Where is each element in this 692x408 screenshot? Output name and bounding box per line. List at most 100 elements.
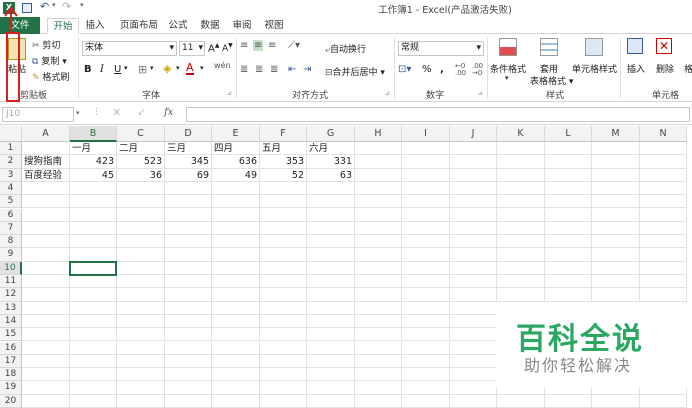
cell-h19[interactable]: [355, 381, 402, 395]
cell-h3[interactable]: [355, 168, 402, 182]
tab-insert[interactable]: 插入: [82, 18, 108, 34]
cell-j19[interactable]: [450, 381, 497, 395]
cell-h16[interactable]: [355, 341, 402, 355]
cell-j6[interactable]: [450, 208, 497, 222]
cell-a15[interactable]: [22, 328, 70, 342]
cell-c14[interactable]: [117, 314, 165, 329]
cell-m7[interactable]: [592, 221, 640, 236]
cell-d3[interactable]: 69: [165, 168, 212, 182]
cell-g5[interactable]: [307, 195, 355, 209]
insert-cells-button[interactable]: 插入: [627, 62, 645, 75]
fill-color-icon[interactable]: ◈: [163, 62, 171, 75]
column-header-n[interactable]: N: [640, 126, 687, 142]
cell-j4[interactable]: [450, 181, 497, 196]
cell-i16[interactable]: [402, 341, 450, 355]
cell-i12[interactable]: [402, 288, 450, 302]
cell-b12[interactable]: [70, 288, 117, 302]
border-icon[interactable]: ⊞: [138, 63, 147, 76]
cell-a7[interactable]: [22, 221, 70, 236]
cell-f9[interactable]: [260, 248, 307, 262]
chevron-down-icon[interactable]: ▾: [124, 64, 128, 72]
column-header-k[interactable]: K: [497, 126, 545, 142]
cell-b16[interactable]: [70, 341, 117, 355]
tab-review[interactable]: 审阅: [229, 18, 255, 34]
cell-i7[interactable]: [402, 221, 450, 236]
cell-g4[interactable]: [307, 181, 355, 196]
row-header-3[interactable]: 3: [0, 168, 22, 182]
cell-k10[interactable]: [497, 261, 545, 275]
cell-i14[interactable]: [402, 314, 450, 329]
cell-j14[interactable]: [450, 314, 497, 329]
cell-i1[interactable]: [402, 142, 450, 156]
cell-g17[interactable]: [307, 354, 355, 369]
cell-b3[interactable]: 45: [70, 168, 117, 182]
tab-page-layout[interactable]: 页面布局: [114, 18, 164, 34]
cell-e15[interactable]: [212, 328, 260, 342]
cell-c17[interactable]: [117, 354, 165, 369]
cell-e11[interactable]: [212, 275, 260, 289]
cell-n12[interactable]: [640, 288, 687, 302]
cell-c3[interactable]: 36: [117, 168, 165, 182]
cell-l12[interactable]: [545, 288, 592, 302]
cell-m12[interactable]: [592, 288, 640, 302]
cell-j13[interactable]: [450, 301, 497, 315]
cell-k11[interactable]: [497, 275, 545, 289]
cell-a1[interactable]: [22, 142, 70, 156]
cell-d6[interactable]: [165, 208, 212, 222]
chevron-down-icon[interactable]: ▾: [150, 64, 154, 72]
cell-e10[interactable]: [212, 261, 260, 275]
dialog-launcher-icon[interactable]: ⊿: [227, 90, 232, 97]
cell-g7[interactable]: [307, 221, 355, 236]
cell-m10[interactable]: [592, 261, 640, 275]
cell-g10[interactable]: [307, 261, 355, 275]
cell-e5[interactable]: [212, 195, 260, 209]
cell-e18[interactable]: [212, 368, 260, 382]
cell-n11[interactable]: [640, 275, 687, 289]
cell-n10[interactable]: [640, 261, 687, 275]
decrease-indent-icon[interactable]: ⇤: [288, 64, 296, 75]
cell-g14[interactable]: [307, 314, 355, 329]
cell-n4[interactable]: [640, 181, 687, 196]
cell-l3[interactable]: [545, 168, 592, 182]
redo-icon[interactable]: ↷: [62, 0, 71, 13]
cell-i15[interactable]: [402, 328, 450, 342]
cell-b9[interactable]: [70, 248, 117, 262]
cell-m2[interactable]: [592, 155, 640, 169]
cell-l7[interactable]: [545, 221, 592, 236]
cell-d16[interactable]: [165, 341, 212, 355]
grow-font-icon[interactable]: A▲: [208, 42, 219, 54]
cell-d12[interactable]: [165, 288, 212, 302]
cut-button[interactable]: ✂ 剪切: [32, 38, 60, 51]
cell-styles-button[interactable]: 单元格样式: [572, 62, 617, 75]
row-header-16[interactable]: 16: [0, 341, 22, 355]
cell-k8[interactable]: [497, 235, 545, 249]
cell-e14[interactable]: [212, 314, 260, 329]
cell-g1[interactable]: 六月: [307, 142, 355, 156]
number-format-select[interactable]: 常规 ▾: [398, 41, 484, 56]
cell-f10[interactable]: [260, 261, 307, 275]
cell-e16[interactable]: [212, 341, 260, 355]
cell-f8[interactable]: [260, 235, 307, 249]
cell-f4[interactable]: [260, 181, 307, 196]
cell-f5[interactable]: [260, 195, 307, 209]
underline-button[interactable]: U: [114, 64, 121, 75]
align-left-icon[interactable]: ≣: [240, 64, 248, 75]
cell-d5[interactable]: [165, 195, 212, 209]
row-header-5[interactable]: 5: [0, 195, 22, 209]
cell-j15[interactable]: [450, 328, 497, 342]
row-header-14[interactable]: 14: [0, 314, 22, 329]
cell-l8[interactable]: [545, 235, 592, 249]
cell-m5[interactable]: [592, 195, 640, 209]
cancel-icon[interactable]: ✕: [112, 106, 121, 119]
cell-a2[interactable]: 搜狗指南: [22, 155, 70, 169]
chevron-down-icon[interactable]: ▾: [505, 74, 509, 82]
cell-j2[interactable]: [450, 155, 497, 169]
cell-l9[interactable]: [545, 248, 592, 262]
cell-d7[interactable]: [165, 221, 212, 236]
cell-k1[interactable]: [497, 142, 545, 156]
row-header-11[interactable]: 11: [0, 275, 22, 289]
cell-f13[interactable]: [260, 301, 307, 315]
cell-j10[interactable]: [450, 261, 497, 275]
cell-a9[interactable]: [22, 248, 70, 262]
row-header-8[interactable]: 8: [0, 235, 22, 249]
